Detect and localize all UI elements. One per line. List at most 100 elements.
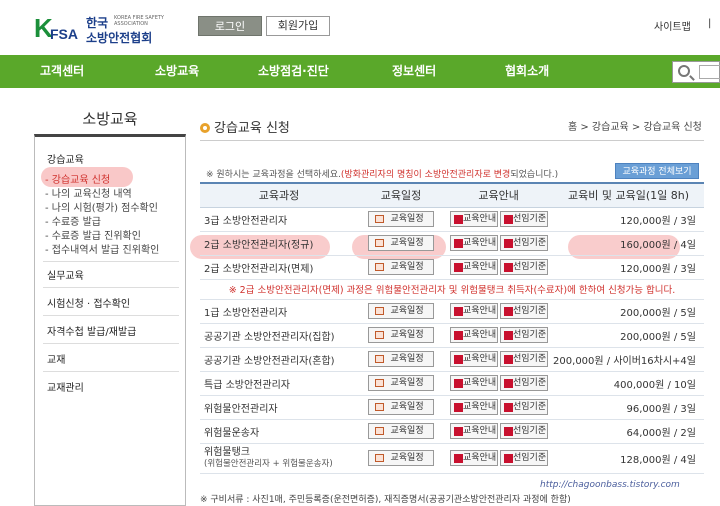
sidebar-section-textbook[interactable]: 교재 <box>47 351 65 366</box>
nav-item-fire-education[interactable]: 소방교육 <box>155 55 199 88</box>
nav-item-about[interactable]: 협회소개 <box>505 55 549 88</box>
sidebar-section-lecture[interactable]: 강습교육 <box>47 151 84 166</box>
criteria-pdf-button[interactable]: 선임기준 <box>499 423 548 439</box>
schedule-cell: 교육일정 <box>357 395 445 420</box>
schedule-button[interactable]: 교육일정 <box>368 351 435 367</box>
guide-pdf-button[interactable]: 교육안내 <box>449 399 498 415</box>
criteria-pdf-button[interactable]: 선임기준 <box>499 399 548 415</box>
fee-cell: 128,000원 / 4일 <box>552 443 704 474</box>
fsa-logo[interactable]: K FSA 한국 KOREA FIRE SAFETY ASSOCIATION 소… <box>34 14 174 45</box>
sidebar-item-certificate[interactable]: - 수료증 발급 <box>45 213 101 228</box>
table-row: 위험물운송자 교육일정 교육안내 선임기준 64,000원 / 2일 <box>200 419 704 444</box>
calendar-icon <box>375 427 385 435</box>
schedule-cell: 교육일정 <box>357 207 445 232</box>
criteria-pdf-button[interactable]: 선임기준 <box>499 450 548 466</box>
course-name[interactable]: 1급 소방안전관리자 <box>204 308 287 319</box>
criteria-button-label: 선임기준 <box>513 214 547 224</box>
criteria-pdf-button[interactable]: 선임기준 <box>499 327 548 343</box>
sidebar-item-my-scores[interactable]: - 나의 시험(평가) 점수확인 <box>45 199 158 214</box>
schedule-button-label: 교육일정 <box>390 214 424 224</box>
criteria-pdf-button[interactable]: 선임기준 <box>499 375 548 391</box>
notice-red-text: (방화관리자의 명칭이 소방안전관리자로 변경 <box>340 170 511 180</box>
header-separator: | <box>708 18 712 29</box>
pdf-icon <box>453 239 463 248</box>
sidebar-item-my-applications[interactable]: - 나의 교육신청 내역 <box>45 185 132 200</box>
calendar-icon <box>375 239 385 247</box>
schedule-button[interactable]: 교육일정 <box>368 375 435 391</box>
criteria-button-label: 선임기준 <box>513 262 547 272</box>
sidebar-divider <box>43 315 179 316</box>
guide-pdf-button[interactable]: 교육안내 <box>449 259 498 275</box>
criteria-pdf-button[interactable]: 선임기준 <box>499 259 548 275</box>
schedule-button[interactable]: 교육일정 <box>368 211 435 227</box>
schedule-cell: 교육일정 <box>357 347 445 372</box>
search-box[interactable] <box>672 61 720 83</box>
join-button[interactable]: 회원가입 <box>266 16 330 36</box>
schedule-button-label: 교육일정 <box>390 402 424 412</box>
schedule-cell: 교육일정 <box>357 371 445 396</box>
table-row: 위험물탱크 (위험물안전관리자 + 위험물운송자) 교육일정 교육안내 선임기준 128,… <box>200 443 704 474</box>
fee-cell: 400,000원 / 10일 <box>552 371 704 396</box>
sidebar-item-apply[interactable]: - 강습교육 신청 <box>45 171 110 186</box>
table-row: 1급 소방안전관리자 교육일정 교육안내 선임기준 200,000원 / 5일 <box>200 299 704 324</box>
sidebar-item-receipt-verify[interactable]: - 접수내역서 발급 진위확인 <box>45 241 159 256</box>
guide-pdf-button[interactable]: 교육안내 <box>449 423 498 439</box>
pdf-icon <box>453 331 463 340</box>
sitemap-link[interactable]: 사이트맵 <box>654 18 691 33</box>
guide-button-label: 교육안내 <box>463 306 497 316</box>
guide-pdf-button[interactable]: 교육안내 <box>449 450 498 466</box>
course-name[interactable]: 공공기관 소방안전관리자(혼합) <box>204 356 335 367</box>
course-name[interactable]: 위험물안전관리자 <box>204 404 278 415</box>
course-name[interactable]: 특급 소방안전관리자 <box>204 380 290 391</box>
schedule-button[interactable]: 교육일정 <box>368 327 435 343</box>
criteria-pdf-button[interactable]: 선임기준 <box>499 303 548 319</box>
table-row: 3급 소방안전관리자 교육일정 교육안내 선임기준 120,000원 / 3일 <box>200 207 704 232</box>
nav-item-info-center[interactable]: 정보센터 <box>392 55 436 88</box>
sidebar-divider <box>43 287 179 288</box>
criteria-pdf-button[interactable]: 선임기준 <box>499 235 548 251</box>
guide-pdf-button[interactable]: 교육안내 <box>449 351 498 367</box>
sidebar-section-exam[interactable]: 시험신청 · 접수확인 <box>47 295 130 310</box>
guide-pdf-button[interactable]: 교육안내 <box>449 303 498 319</box>
schedule-button[interactable]: 교육일정 <box>368 450 435 466</box>
pdf-icon <box>453 427 463 436</box>
nav-item-inspection[interactable]: 소방점검·진단 <box>258 55 329 88</box>
search-icon[interactable] <box>678 65 690 77</box>
fee-cell: 200,000원 / 5일 <box>552 299 704 324</box>
calendar-icon <box>375 454 385 462</box>
course-name[interactable]: 3급 소방안전관리자 <box>204 216 287 227</box>
criteria-pdf-button[interactable]: 선임기준 <box>499 351 548 367</box>
fee-cell: 160,000원 / 4일 <box>552 231 704 256</box>
schedule-cell: 교육일정 <box>357 255 445 280</box>
course-name[interactable]: 공공기관 소방안전관리자(집합) <box>204 332 335 343</box>
guide-pdf-button[interactable]: 교육안내 <box>449 327 498 343</box>
criteria-button-label: 선임기준 <box>513 330 547 340</box>
sidebar-item-certificate-verify[interactable]: - 수료증 발급 진위확인 <box>45 227 141 242</box>
guide-pdf-button[interactable]: 교육안내 <box>449 375 498 391</box>
col-header-guide: 교육안내 <box>444 182 553 208</box>
fee-cell: 120,000원 / 3일 <box>552 255 704 280</box>
course-name[interactable]: 위험물탱크 <box>204 447 250 458</box>
sidebar-section-license[interactable]: 자격수첩 발급/재발급 <box>47 323 136 338</box>
schedule-button[interactable]: 교육일정 <box>368 303 435 319</box>
search-input[interactable] <box>699 65 720 79</box>
guide-pdf-button[interactable]: 교육안내 <box>449 211 498 227</box>
course-name[interactable]: 2급 소방안전관리자(면제) <box>204 264 313 275</box>
guide-pdf-button[interactable]: 교육안내 <box>449 235 498 251</box>
sidebar-section-textbook-manage[interactable]: 교재관리 <box>47 379 84 394</box>
sidebar-section-practical[interactable]: 실무교육 <box>47 267 84 282</box>
nav-item-customer-center[interactable]: 고객센터 <box>40 55 84 88</box>
view-all-courses-button[interactable]: 교육과정 전체보기 <box>615 163 699 179</box>
course-name[interactable]: 위험물운송자 <box>204 428 259 439</box>
course-name[interactable]: 2급 소방안전관리자(정규) <box>204 240 313 251</box>
login-button[interactable]: 로그인 <box>198 16 262 36</box>
schedule-button[interactable]: 교육일정 <box>368 235 435 251</box>
title-bullet-icon <box>200 123 210 133</box>
logo-english: KOREA FIRE SAFETY ASSOCIATION <box>114 15 164 27</box>
schedule-cell: 교육일정 <box>357 419 445 444</box>
fee-cell: 200,000원 / 사이버16차시+4일 <box>552 347 704 372</box>
schedule-button[interactable]: 교육일정 <box>368 423 435 439</box>
criteria-pdf-button[interactable]: 선임기준 <box>499 211 548 227</box>
schedule-button[interactable]: 교육일정 <box>368 259 435 275</box>
schedule-button[interactable]: 교육일정 <box>368 399 435 415</box>
